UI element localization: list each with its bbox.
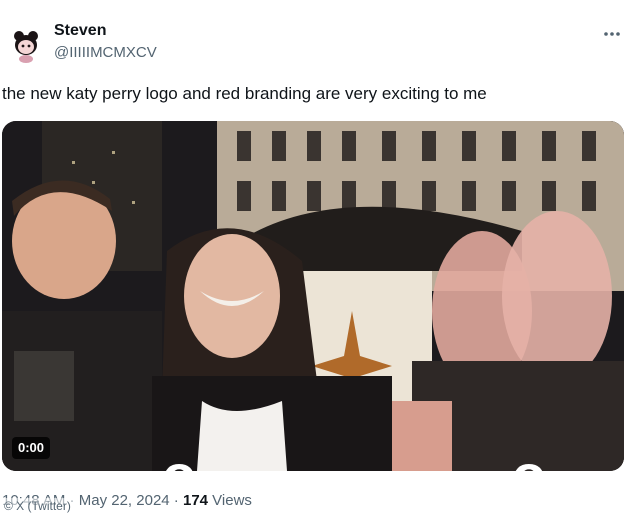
avatar[interactable] [8, 28, 44, 64]
more-options-icon [604, 32, 620, 36]
tweet-date[interactable]: May 22, 2024 [79, 492, 170, 509]
author-handle[interactable]: @IIIIIMCMXCV [54, 42, 157, 64]
author-display-name[interactable]: Steven [54, 20, 157, 42]
watermark: © X (Twitter) [2, 498, 74, 513]
meta-separator: · [169, 492, 183, 509]
tweet-header: Steven @IIIIIMCMXCV [4, 18, 630, 68]
video-player[interactable]: 0:00 o o [2, 121, 624, 471]
views-label: Views [208, 492, 252, 509]
tweet-text: the new katy perry logo and red branding… [2, 84, 487, 103]
video-duration: 0:00 [12, 437, 51, 459]
views-count: 174 [182, 492, 209, 509]
video-frame [2, 121, 624, 471]
video-overlay-caption: o o [162, 442, 624, 471]
more-options-button[interactable] [600, 22, 624, 46]
cartoon-character-avatar-icon [8, 28, 44, 64]
author-names: Steven @IIIIIMCMXCV [54, 20, 157, 64]
